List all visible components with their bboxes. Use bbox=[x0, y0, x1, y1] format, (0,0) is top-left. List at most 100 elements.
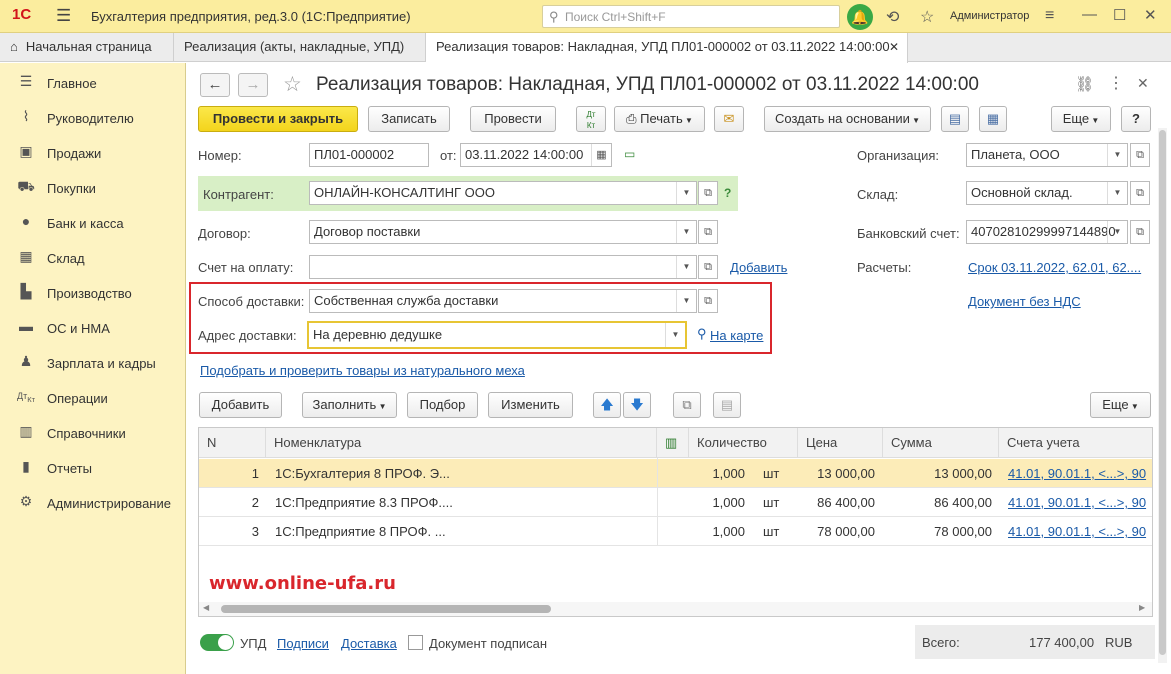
add-row-button[interactable]: Добавить bbox=[199, 392, 282, 418]
row-price[interactable]: 86 400,00 bbox=[798, 488, 875, 517]
row-accounts-link[interactable]: 41.01, 90.01.1, <...>, 90 bbox=[1008, 459, 1152, 488]
bank-account-field[interactable]: 40702810299997144890 ▼ bbox=[966, 220, 1128, 244]
chevron-down-icon[interactable]: ▼ bbox=[1107, 182, 1127, 204]
on-map-link[interactable]: На карте bbox=[710, 328, 763, 343]
user-name[interactable]: Администратор bbox=[950, 10, 1029, 22]
warehouse-field[interactable]: Основной склад. ▼ bbox=[966, 181, 1128, 205]
chevron-down-icon[interactable]: ▼ bbox=[676, 256, 696, 278]
forward-arrow-icon[interactable]: → bbox=[238, 73, 268, 97]
row-sum[interactable]: 86 400,00 bbox=[883, 488, 992, 517]
history-icon[interactable]: ⟲ bbox=[886, 7, 899, 27]
minimize-icon[interactable]: — bbox=[1082, 6, 1097, 23]
scroll-right-icon[interactable]: ▶ bbox=[1139, 603, 1145, 612]
sidebar-item-purchases[interactable]: ⛟ Покупки bbox=[0, 170, 186, 205]
search-input[interactable]: ⚲ Поиск Ctrl+Shift+F bbox=[542, 5, 840, 28]
structure-button[interactable]: ▦ bbox=[979, 106, 1007, 132]
help-button[interactable]: ? bbox=[1121, 106, 1151, 132]
row-quantity[interactable]: 1,000 bbox=[689, 488, 745, 517]
delivery-method-field[interactable]: Собственная служба доставки ▼ bbox=[309, 289, 697, 313]
sidebar-item-main[interactable]: ☰ Главное bbox=[0, 65, 186, 100]
paste-rows-button[interactable]: ▤ bbox=[713, 392, 741, 418]
close-form-icon[interactable]: ✕ bbox=[1137, 75, 1149, 92]
move-up-button[interactable]: 🡅 bbox=[593, 392, 621, 418]
favorite-star-icon[interactable]: ☆ bbox=[283, 72, 302, 97]
upd-toggle[interactable] bbox=[200, 634, 234, 651]
open-delivery-method-icon[interactable]: ⧉ bbox=[698, 289, 718, 313]
row-price[interactable]: 78 000,00 bbox=[798, 517, 875, 546]
settings-menu-icon[interactable]: ≡ bbox=[1045, 7, 1054, 25]
counterparty-field[interactable]: ОНЛАЙН-КОНСАЛТИНГ ООО ▼ bbox=[309, 181, 697, 205]
sidebar-item-fixed-assets[interactable]: ▬ ОС и НМА bbox=[0, 310, 186, 345]
main-menu-icon[interactable]: ☰ bbox=[56, 6, 71, 26]
open-contract-icon[interactable]: ⧉ bbox=[698, 220, 718, 244]
col-sum-header[interactable]: Сумма bbox=[883, 428, 999, 458]
comment-icon[interactable]: ▭ bbox=[624, 147, 635, 161]
chevron-down-icon[interactable]: ▼ bbox=[1107, 144, 1127, 166]
row-nomenclature[interactable]: 1С:Бухгалтерия 8 ПРОФ. Э... bbox=[275, 459, 460, 488]
delivery-address-field[interactable]: На деревню дедушке ▼ bbox=[307, 321, 687, 349]
row-quantity[interactable]: 1,000 bbox=[689, 517, 745, 546]
table-row[interactable]: 1 1С:Бухгалтерия 8 ПРОФ. Э... 1,000 шт 1… bbox=[199, 459, 1152, 488]
email-button[interactable]: ✉ bbox=[714, 106, 744, 132]
vat-link[interactable]: Документ без НДС bbox=[968, 294, 1081, 309]
organization-field[interactable]: Планета, ООО ▼ bbox=[966, 143, 1128, 167]
col-nomenclature-header[interactable]: Номенклатура bbox=[266, 428, 657, 458]
sidebar-item-warehouse[interactable]: ▦ Склад bbox=[0, 240, 186, 275]
maximize-icon[interactable]: ☐ bbox=[1113, 6, 1126, 24]
copy-rows-button[interactable]: ⧉ bbox=[673, 392, 701, 418]
invoice-field[interactable]: ▼ bbox=[309, 255, 697, 279]
col-quantity-header[interactable]: Количество bbox=[689, 428, 798, 458]
open-invoice-icon[interactable]: ⧉ bbox=[698, 255, 718, 279]
row-sum[interactable]: 13 000,00 bbox=[883, 459, 992, 488]
date-field[interactable]: 03.11.2022 14:00:00 ▦ bbox=[460, 143, 612, 167]
chevron-down-icon[interactable]: ▼ bbox=[676, 182, 696, 204]
sidebar-item-operations[interactable]: ДтКт Операции bbox=[0, 380, 186, 415]
change-button[interactable]: Изменить bbox=[488, 392, 573, 418]
close-tab-icon[interactable]: ✕ bbox=[889, 33, 899, 61]
back-arrow-icon[interactable]: ← bbox=[200, 73, 230, 97]
fill-button[interactable]: Заполнить ▼ bbox=[302, 392, 397, 418]
open-counterparty-icon[interactable]: ⧉ bbox=[698, 181, 718, 205]
calendar-icon[interactable]: ▦ bbox=[591, 144, 611, 166]
sidebar-item-payroll[interactable]: ♟ Зарплата и кадры bbox=[0, 345, 186, 380]
chevron-down-icon[interactable]: ▼ bbox=[665, 323, 685, 347]
notifications-bell-icon[interactable]: 🔔 bbox=[847, 4, 873, 30]
settlements-link[interactable]: Срок 03.11.2022, 62.01, 62.... bbox=[968, 260, 1141, 275]
horizontal-scrollbar[interactable]: ◀ ▶ bbox=[199, 602, 1152, 616]
pick-button[interactable]: Подбор bbox=[407, 392, 478, 418]
delivery-link[interactable]: Доставка bbox=[341, 636, 397, 651]
list-button[interactable]: ▤ bbox=[941, 106, 969, 132]
scroll-left-icon[interactable]: ◀ bbox=[203, 603, 209, 612]
open-bank-account-icon[interactable]: ⧉ bbox=[1130, 220, 1150, 244]
document-signed-checkbox[interactable] bbox=[408, 635, 423, 650]
col-price-header[interactable]: Цена bbox=[798, 428, 883, 458]
more-button[interactable]: Еще ▼ bbox=[1051, 106, 1111, 132]
sidebar-item-reports[interactable]: ▮ Отчеты bbox=[0, 450, 186, 485]
post-button[interactable]: Провести bbox=[470, 106, 556, 132]
open-organization-icon[interactable]: ⧉ bbox=[1130, 143, 1150, 167]
open-warehouse-icon[interactable]: ⧉ bbox=[1130, 181, 1150, 205]
sidebar-item-manager[interactable]: ⌇ Руководителю bbox=[0, 100, 186, 135]
chevron-down-icon[interactable]: ▼ bbox=[676, 221, 696, 243]
close-window-icon[interactable]: ✕ bbox=[1144, 6, 1157, 24]
sidebar-item-catalogs[interactable]: ▥ Справочники bbox=[0, 415, 186, 450]
row-quantity[interactable]: 1,000 bbox=[689, 459, 745, 488]
post-and-close-button[interactable]: Провести и закрыть bbox=[198, 106, 358, 132]
col-n-header[interactable]: N bbox=[199, 428, 266, 458]
dt-kt-button[interactable]: Дт Кт bbox=[576, 106, 606, 132]
row-price[interactable]: 13 000,00 bbox=[798, 459, 875, 488]
number-field[interactable]: ПЛ01-000002 bbox=[309, 143, 429, 167]
row-nomenclature[interactable]: 1С:Предприятие 8.3 ПРОФ.... bbox=[275, 488, 460, 517]
tab-sales-list[interactable]: Реализация (акты, накладные, УПД) bbox=[174, 33, 426, 62]
add-invoice-link[interactable]: Добавить bbox=[730, 260, 787, 275]
print-button[interactable]: ⎙ Печать ▼ bbox=[614, 106, 705, 132]
tab-sales-document[interactable]: Реализация товаров: Накладная, УПД ПЛ01-… bbox=[426, 33, 908, 63]
col-marking-header[interactable]: ▥ bbox=[657, 428, 689, 458]
row-sum[interactable]: 78 000,00 bbox=[883, 517, 992, 546]
sidebar-item-admin[interactable]: ⚙ Администрирование bbox=[0, 485, 186, 520]
grid-more-button[interactable]: Еще ▼ bbox=[1090, 392, 1151, 418]
question-icon[interactable]: ? bbox=[724, 186, 731, 200]
row-accounts-link[interactable]: 41.01, 90.01.1, <...>, 90 bbox=[1008, 517, 1152, 546]
more-vertical-icon[interactable]: ⋮ bbox=[1108, 73, 1124, 93]
table-row[interactable]: 3 1С:Предприятие 8 ПРОФ. ... 1,000 шт 78… bbox=[199, 517, 1152, 546]
